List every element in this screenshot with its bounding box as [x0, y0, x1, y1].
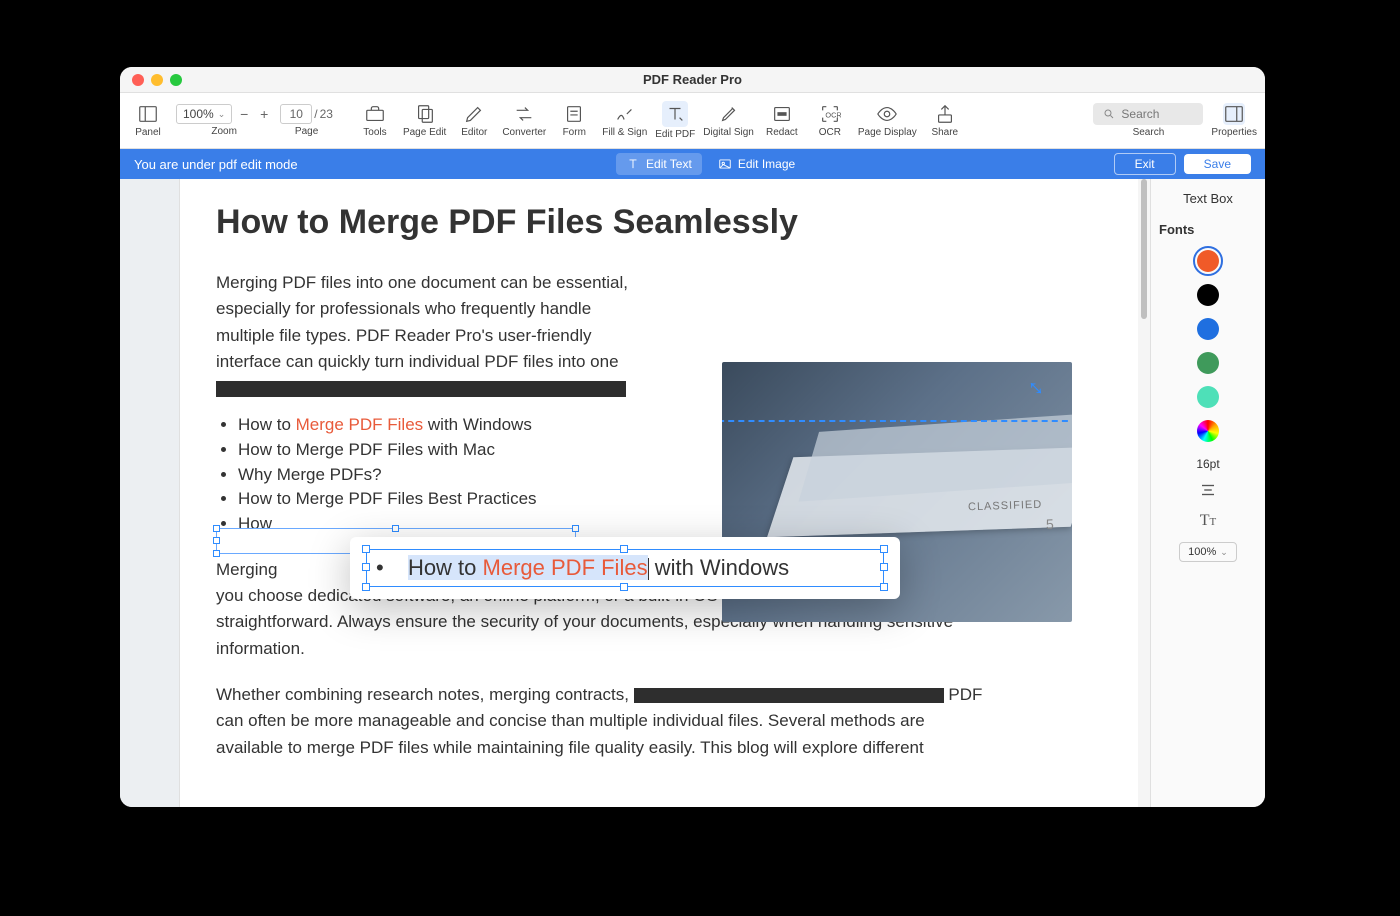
color-swatch-custom[interactable]	[1197, 420, 1219, 442]
window-controls	[132, 74, 182, 86]
minimize-icon[interactable]	[151, 74, 163, 86]
eye-icon	[876, 103, 898, 125]
resize-handle[interactable]	[620, 545, 628, 553]
doc-lead[interactable]: Merging PDF files into one document can …	[216, 270, 636, 375]
fill-sign-button[interactable]: Fill & Sign	[602, 103, 647, 138]
app-window: PDF Reader Pro Panel 100%⌄ − + Zoom 10 /…	[120, 67, 1265, 807]
pen-icon	[718, 103, 740, 125]
properties-button[interactable]: Properties	[1211, 103, 1257, 138]
resize-handle[interactable]	[392, 525, 399, 532]
edit-text-icon	[662, 101, 688, 127]
image-icon	[718, 157, 732, 171]
tools-button[interactable]: Tools	[355, 103, 395, 138]
zoom-group: 100%⌄ − + Zoom	[176, 104, 272, 137]
zoom-out-button[interactable]: −	[236, 106, 252, 122]
redact-button[interactable]: Redact	[762, 103, 802, 138]
scrollbar-thumb[interactable]	[1141, 179, 1147, 319]
popup-selection-box[interactable]	[366, 549, 884, 587]
resize-handle[interactable]	[362, 583, 370, 591]
main-toolbar: Panel 100%⌄ − + Zoom 10 / 23 Page Tools …	[120, 93, 1265, 149]
font-size-label[interactable]: 16pt	[1196, 457, 1219, 471]
align-icon[interactable]	[1199, 483, 1217, 500]
color-swatch-green[interactable]	[1197, 352, 1219, 374]
properties-icon	[1223, 103, 1245, 125]
edit-mode-bar: You are under pdf edit mode Edit Text Ed…	[120, 149, 1265, 179]
pencil-icon	[463, 103, 485, 125]
properties-panel: Text Box Fonts 16pt TT 100%⌄	[1150, 179, 1265, 807]
svg-text:OCR: OCR	[825, 111, 841, 120]
resize-handle[interactable]	[213, 525, 220, 532]
edit-text-button[interactable]: Edit Text	[616, 153, 702, 175]
converter-button[interactable]: Converter	[502, 103, 546, 138]
resize-handle[interactable]	[880, 583, 888, 591]
zoom-select[interactable]: 100%⌄	[176, 104, 232, 124]
form-button[interactable]: Form	[554, 103, 594, 138]
close-icon[interactable]	[132, 74, 144, 86]
page-edit-button[interactable]: Page Edit	[403, 103, 446, 138]
page-edit-icon	[414, 103, 436, 125]
color-swatch-teal[interactable]	[1197, 386, 1219, 408]
search-icon	[1103, 108, 1115, 120]
edit-mode-message: You are under pdf edit mode	[134, 157, 298, 172]
resize-handle[interactable]	[362, 545, 370, 553]
zoom-in-button[interactable]: +	[256, 106, 272, 122]
opacity-select[interactable]: 100%⌄	[1179, 542, 1237, 562]
resize-handle[interactable]	[572, 525, 579, 532]
ocr-button[interactable]: OCROCR	[810, 103, 850, 138]
page-group: 10 / 23 Page	[280, 104, 333, 137]
titlebar: PDF Reader Pro	[120, 67, 1265, 93]
convert-icon	[513, 103, 535, 125]
edit-image-button[interactable]: Edit Image	[718, 153, 795, 175]
text-icon	[626, 157, 640, 171]
resize-handle[interactable]	[620, 583, 628, 591]
props-title: Text Box	[1183, 191, 1233, 206]
resize-handle[interactable]	[880, 545, 888, 553]
share-icon	[934, 103, 956, 125]
resize-handle[interactable]	[213, 550, 220, 557]
redacted-block	[216, 381, 626, 397]
ocr-icon: OCR	[819, 103, 841, 125]
page-display-button[interactable]: Page Display	[858, 103, 917, 138]
resize-handle[interactable]	[213, 537, 220, 544]
document-page[interactable]: How to Merge PDF Files Seamlessly Mergin…	[180, 179, 1138, 807]
page-input[interactable]: 10	[280, 104, 312, 124]
workspace: How to Merge PDF Files Seamlessly Mergin…	[120, 179, 1265, 807]
digital-sign-button[interactable]: Digital Sign	[703, 103, 754, 138]
app-title: PDF Reader Pro	[643, 72, 742, 87]
edit-pdf-button[interactable]: Edit PDF	[655, 101, 695, 140]
text-case-icon[interactable]: TT	[1200, 512, 1217, 530]
props-fonts-label: Fonts	[1159, 222, 1194, 237]
color-swatch-orange[interactable]	[1197, 250, 1219, 272]
vertical-scrollbar[interactable]	[1138, 179, 1150, 807]
doc-paragraph[interactable]: Whether combining research notes, mergin…	[216, 682, 996, 761]
text-edit-popup[interactable]: • How to Merge PDF Files with Windows	[350, 537, 900, 599]
left-gutter	[120, 179, 180, 807]
share-button[interactable]: Share	[925, 103, 965, 138]
editor-button[interactable]: Editor	[454, 103, 494, 138]
save-button[interactable]: Save	[1184, 154, 1251, 174]
doc-heading[interactable]: How to Merge PDF Files Seamlessly	[216, 203, 1102, 242]
color-swatch-black[interactable]	[1197, 284, 1219, 306]
chevron-down-icon: ⌄	[218, 109, 226, 120]
panel-icon	[137, 103, 159, 125]
signature-icon	[614, 103, 636, 125]
fullscreen-icon[interactable]	[170, 74, 182, 86]
redact-icon	[771, 103, 793, 125]
resize-handle[interactable]	[880, 563, 888, 571]
toolbox-icon	[364, 103, 386, 125]
resize-handle[interactable]	[362, 563, 370, 571]
redacted-inline	[634, 688, 944, 703]
chevron-down-icon: ⌄	[1220, 547, 1228, 558]
search-input[interactable]: Search	[1093, 103, 1203, 125]
exit-button[interactable]: Exit	[1114, 153, 1176, 175]
form-icon	[563, 103, 585, 125]
color-swatch-blue[interactable]	[1197, 318, 1219, 340]
page-total: 23	[320, 107, 333, 121]
panel-button[interactable]: Panel	[128, 103, 168, 138]
